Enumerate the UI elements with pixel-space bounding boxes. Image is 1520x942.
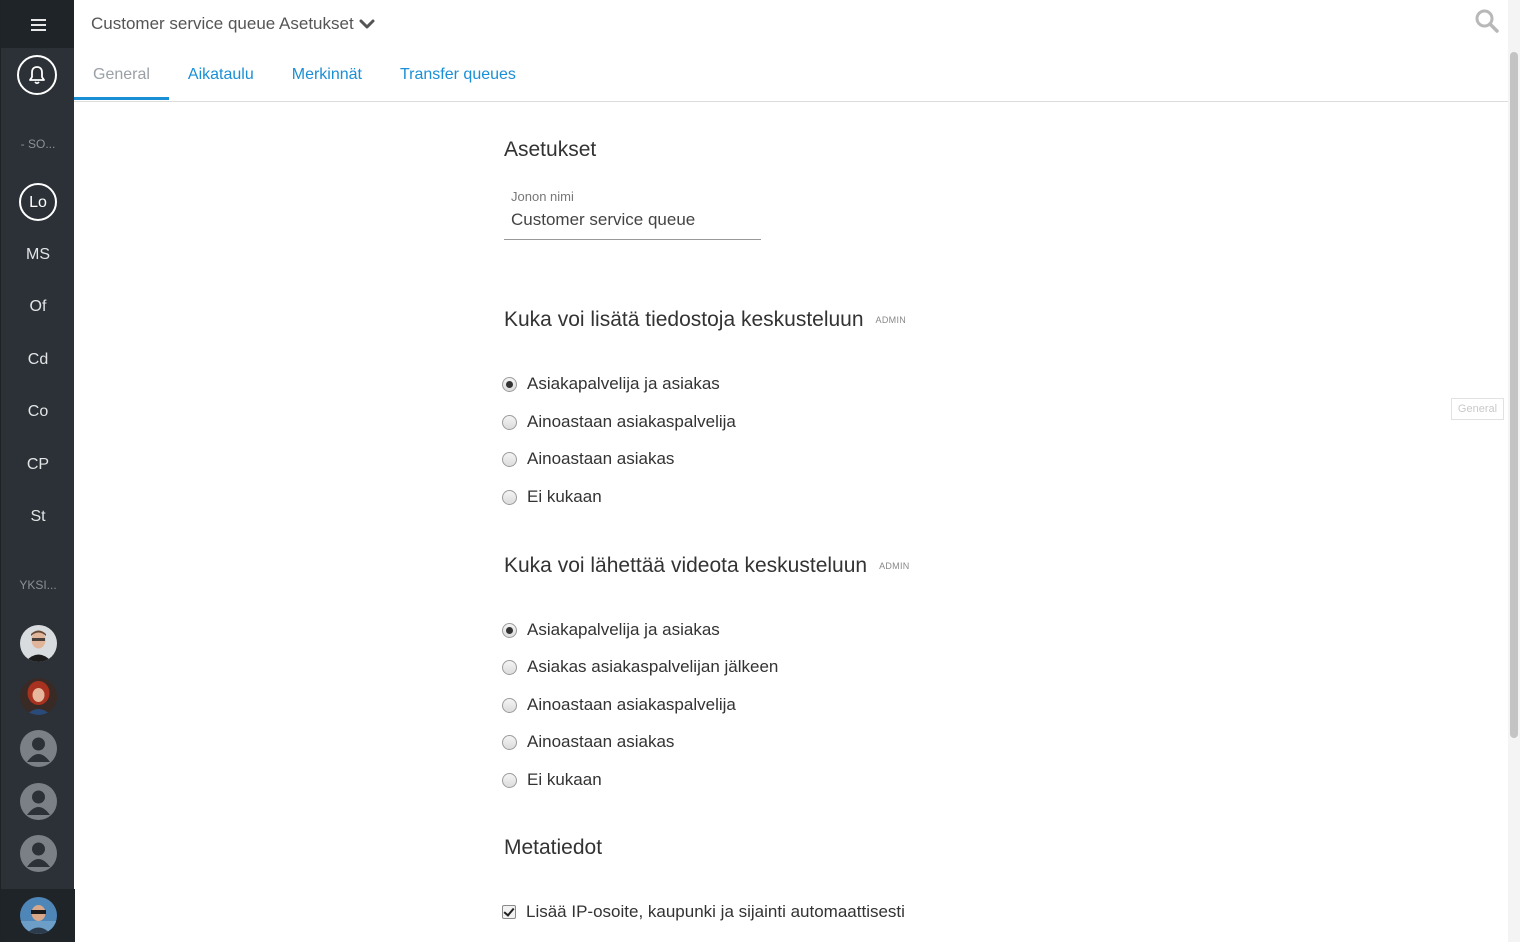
bell-icon bbox=[29, 66, 45, 85]
radio-label: Asiakapalvelija ja asiakas bbox=[527, 374, 720, 393]
radio-button[interactable] bbox=[502, 489, 517, 505]
tab-transfer-queues[interactable]: Transfer queues bbox=[381, 58, 535, 100]
sidebar-item-cp[interactable]: CP bbox=[1, 445, 75, 485]
scrollbar[interactable] bbox=[1508, 0, 1520, 942]
radio-button[interactable] bbox=[502, 376, 517, 392]
sidebar-item-lo[interactable]: Lo bbox=[1, 182, 75, 222]
current-user-avatar[interactable] bbox=[20, 897, 57, 934]
video-heading-text: Kuka voi lähettää videota keskusteluun bbox=[504, 554, 868, 577]
radio-label: Ei kukaan bbox=[527, 487, 602, 506]
metadata-option[interactable]: Lisää IP-osoite, kaupunki ja sijainti au… bbox=[502, 902, 905, 922]
radio-label: Ainoastaan asiakas bbox=[527, 449, 675, 468]
tab-bar: General Aikataulu Merkinnät Transfer que… bbox=[74, 58, 535, 101]
user-avatar[interactable] bbox=[20, 730, 57, 767]
files-heading: Kuka voi lisätä tiedostoja keskusteluun A… bbox=[504, 308, 906, 332]
checkbox[interactable] bbox=[502, 905, 516, 919]
radio-label: Ainoastaan asiakaspalvelija bbox=[527, 412, 736, 431]
avatar-generic-icon bbox=[27, 790, 50, 815]
radio-button[interactable] bbox=[502, 451, 517, 467]
files-option-4[interactable]: Ei kukaan bbox=[502, 487, 602, 507]
section-indicator: General bbox=[1451, 398, 1504, 420]
sidebar-item-of[interactable]: Of bbox=[1, 287, 75, 327]
sidebar-item-st[interactable]: St bbox=[1, 497, 75, 537]
files-option-1[interactable]: Asiakapalvelija ja asiakas bbox=[502, 374, 720, 394]
files-option-3[interactable]: Ainoastaan asiakas bbox=[502, 449, 674, 469]
header: Customer service queue Asetukset General… bbox=[74, 0, 1520, 102]
input-underline bbox=[504, 239, 761, 240]
radio-button[interactable] bbox=[502, 414, 517, 430]
title-dropdown-toggle[interactable] bbox=[359, 17, 375, 35]
page-title: Customer service queue Asetukset bbox=[91, 14, 354, 33]
radio-label: Ainoastaan asiakaspalvelija bbox=[527, 695, 736, 714]
video-option-4[interactable]: Ainoastaan asiakas bbox=[502, 732, 674, 752]
settings-heading: Asetukset bbox=[504, 138, 597, 161]
queue-name-label: Jonon nimi bbox=[511, 189, 574, 204]
chevron-down-icon bbox=[359, 19, 375, 29]
radio-button[interactable] bbox=[502, 659, 517, 675]
user-avatar[interactable] bbox=[20, 625, 57, 662]
notifications-button[interactable] bbox=[17, 55, 57, 95]
sidebar-item-co[interactable]: Co bbox=[1, 392, 75, 432]
search-button[interactable] bbox=[1474, 8, 1500, 39]
metadata-heading: Metatiedot bbox=[504, 836, 603, 859]
current-user-bar bbox=[1, 889, 75, 942]
radio-button[interactable] bbox=[502, 622, 517, 638]
avatar-generic-icon bbox=[27, 737, 50, 762]
tab-general[interactable]: General bbox=[74, 58, 169, 100]
user-avatar[interactable] bbox=[20, 783, 57, 820]
radio-label: Ei kukaan bbox=[527, 770, 602, 789]
checkbox-label: Lisää IP-osoite, kaupunki ja sijainti au… bbox=[526, 902, 905, 921]
user-avatar[interactable] bbox=[20, 678, 57, 715]
user-avatar[interactable] bbox=[20, 835, 57, 872]
sidebar-item-cd[interactable]: Cd bbox=[1, 340, 75, 380]
radio-label: Asiakapalvelija ja asiakas bbox=[527, 620, 720, 639]
sidebar-section-label: YKSI... bbox=[19, 578, 57, 592]
search-icon bbox=[1475, 9, 1499, 33]
radio-label: Asiakas asiakaspalvelijan jälkeen bbox=[527, 657, 779, 676]
hamburger-menu-icon bbox=[30, 18, 46, 31]
sidebar-item-ms[interactable]: MS bbox=[1, 235, 75, 275]
files-option-2[interactable]: Ainoastaan asiakaspalvelija bbox=[502, 412, 736, 432]
tab-aikataulu[interactable]: Aikataulu bbox=[169, 58, 273, 100]
video-option-5[interactable]: Ei kukaan bbox=[502, 770, 602, 790]
tab-merkinnat[interactable]: Merkinnät bbox=[273, 58, 381, 100]
files-heading-text: Kuka voi lisätä tiedostoja keskusteluun bbox=[504, 308, 864, 331]
sidebar: - SO... Lo MS Of Cd Co CP St YKSI... bbox=[0, 0, 75, 942]
admin-badge: ADMIN bbox=[875, 315, 907, 326]
video-option-3[interactable]: Ainoastaan asiakaspalvelija bbox=[502, 695, 736, 715]
sidebar-section-label: - SO... bbox=[20, 137, 56, 151]
video-option-1[interactable]: Asiakapalvelija ja asiakas bbox=[502, 620, 720, 640]
avatar-current-user-icon bbox=[20, 897, 57, 934]
menu-button[interactable] bbox=[1, 0, 75, 48]
admin-badge: ADMIN bbox=[879, 561, 910, 572]
sidebar-item-label: Lo bbox=[19, 183, 57, 221]
video-heading: Kuka voi lähettää videota keskusteluun AD… bbox=[504, 554, 910, 578]
radio-button[interactable] bbox=[502, 734, 517, 750]
radio-label: Ainoastaan asiakas bbox=[527, 732, 675, 751]
avatar-user-1-icon bbox=[20, 625, 57, 662]
radio-button[interactable] bbox=[502, 697, 517, 713]
avatar-user-2-icon bbox=[20, 678, 57, 715]
video-option-2[interactable]: Asiakas asiakaspalvelijan jälkeen bbox=[502, 657, 778, 677]
avatar-generic-icon bbox=[27, 842, 50, 867]
scrollbar-thumb[interactable] bbox=[1510, 52, 1518, 738]
queue-name-input[interactable]: Customer service queue bbox=[511, 210, 695, 230]
radio-button[interactable] bbox=[502, 772, 517, 788]
